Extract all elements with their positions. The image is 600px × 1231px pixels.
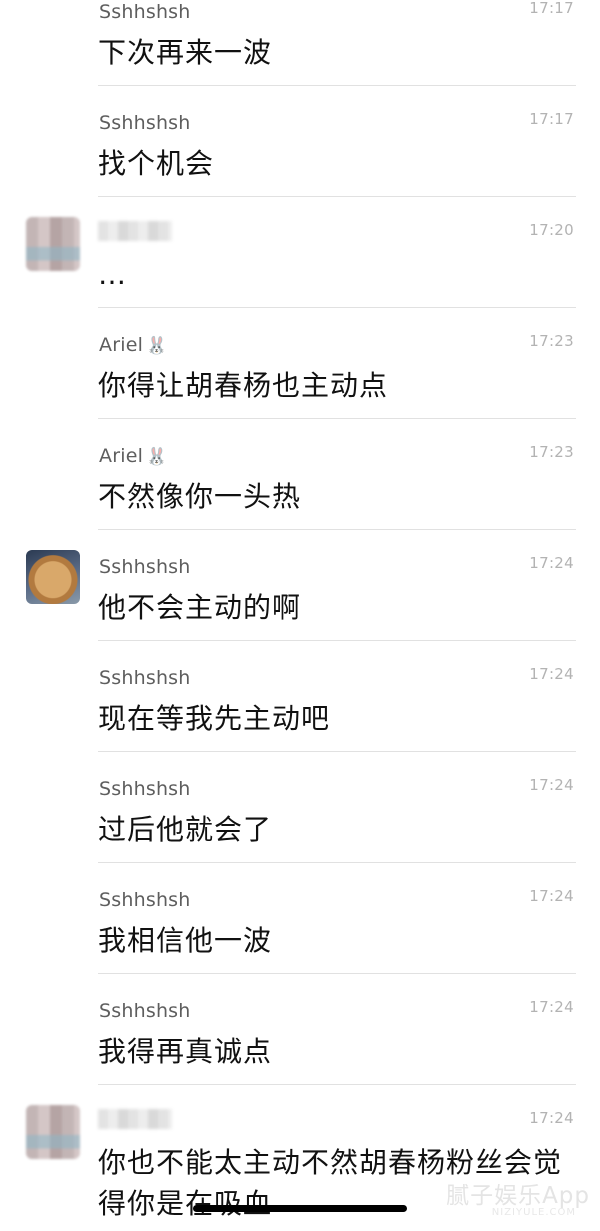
message-text: 你得让胡春杨也主动点 [98, 369, 389, 402]
message-time: 17:24 [529, 998, 574, 1016]
rabbit-icon: 🐰 [146, 447, 168, 467]
sender-name: Sshhshsh [99, 889, 191, 911]
chat-message: Ariel 🐰 17:23 不然像你一头热 [0, 419, 600, 530]
message-time: 17:17 [529, 110, 574, 128]
message-text: 我得再真诚点 [98, 1035, 273, 1068]
watermark-domain: NIZIYULE.COM [491, 1207, 576, 1218]
message-time: 17:20 [529, 221, 574, 239]
sender-name-blurred [98, 1109, 172, 1129]
message-time: 17:23 [529, 332, 574, 350]
sender-name: Ariel 🐰 [99, 334, 168, 356]
chat-message: Sshhshsh 17:24 现在等我先主动吧 [0, 641, 600, 752]
sender-name: Sshhshsh [99, 112, 191, 134]
watermark-logo: 腻子娱乐App [446, 1183, 590, 1209]
chat-message: Sshhshsh 17:24 过后他就会了 [0, 752, 600, 863]
home-indicator[interactable] [193, 1205, 407, 1212]
avatar-dog[interactable] [26, 550, 80, 604]
chat-message: 17:20 … [0, 197, 600, 308]
chat-message: Sshhshsh 17:24 他不会主动的啊 [0, 530, 600, 641]
chat-message: Sshhshsh 17:17 下次再来一波 [0, 0, 600, 86]
chat-message-list[interactable]: Sshhshsh 17:17 下次再来一波 Sshhshsh 17:17 找个机… [0, 0, 600, 1231]
message-time: 17:23 [529, 443, 574, 461]
message-time: 17:24 [529, 665, 574, 683]
chat-message: Sshhshsh 17:17 找个机会 [0, 86, 600, 197]
chat-message: Sshhshsh 17:24 我相信他一波 [0, 863, 600, 974]
message-time: 17:24 [529, 887, 574, 905]
message-text: 我相信他一波 [98, 924, 273, 957]
message-time: 17:24 [529, 554, 574, 572]
sender-name: Sshhshsh [99, 667, 191, 689]
chat-message: Ariel 🐰 17:23 你得让胡春杨也主动点 [0, 308, 600, 419]
message-text: 下次再来一波 [98, 36, 273, 69]
chat-message: Sshhshsh 17:24 我得再真诚点 [0, 974, 600, 1085]
message-text: 过后他就会了 [98, 813, 273, 846]
message-text: 现在等我先主动吧 [98, 702, 331, 735]
message-text: 找个机会 [98, 147, 215, 180]
avatar-blurred[interactable] [26, 217, 80, 271]
sender-name-blurred [98, 221, 172, 241]
message-text: 不然像你一头热 [98, 480, 302, 513]
sender-name: Ariel 🐰 [99, 445, 168, 467]
message-text: 他不会主动的啊 [98, 591, 302, 624]
avatar-blurred[interactable] [26, 1105, 80, 1159]
sender-name: Sshhshsh [99, 1000, 191, 1022]
message-time: 17:24 [529, 1109, 574, 1127]
sender-name: Sshhshsh [99, 778, 191, 800]
sender-name: Sshhshsh [99, 1, 191, 23]
message-time: 17:24 [529, 776, 574, 794]
sender-name: Sshhshsh [99, 556, 191, 578]
message-time: 17:17 [529, 0, 574, 17]
rabbit-icon: 🐰 [146, 336, 168, 356]
message-text: … [98, 258, 127, 291]
